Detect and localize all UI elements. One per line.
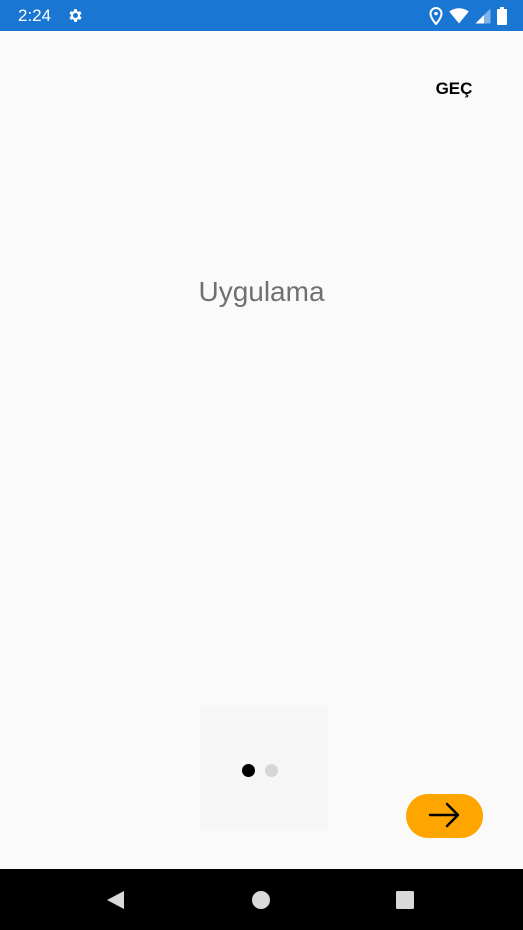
status-time: 2:24 <box>18 6 52 25</box>
navigation-bar <box>0 869 523 930</box>
status-icons <box>429 6 507 26</box>
page-dot-1[interactable] <box>242 763 255 777</box>
recents-icon[interactable] <box>393 888 417 912</box>
onboarding-screen: 2:24 GEÇ Uygulama <box>0 0 523 930</box>
wifi-icon <box>449 8 469 24</box>
cell-signal-icon <box>475 8 491 24</box>
battery-icon <box>497 7 507 25</box>
back-icon[interactable] <box>104 888 128 912</box>
skip-button[interactable]: GEÇ <box>426 74 482 104</box>
home-icon[interactable] <box>249 888 273 912</box>
page-indicator <box>242 763 278 777</box>
page-dot-2[interactable] <box>265 763 278 777</box>
location-icon <box>429 7 443 25</box>
arrow-right-icon <box>428 802 462 831</box>
status-bar: 2:24 <box>0 0 523 31</box>
slide-title: Uygulama <box>198 276 325 307</box>
settings-icon <box>67 7 84 24</box>
next-button[interactable] <box>406 794 483 838</box>
